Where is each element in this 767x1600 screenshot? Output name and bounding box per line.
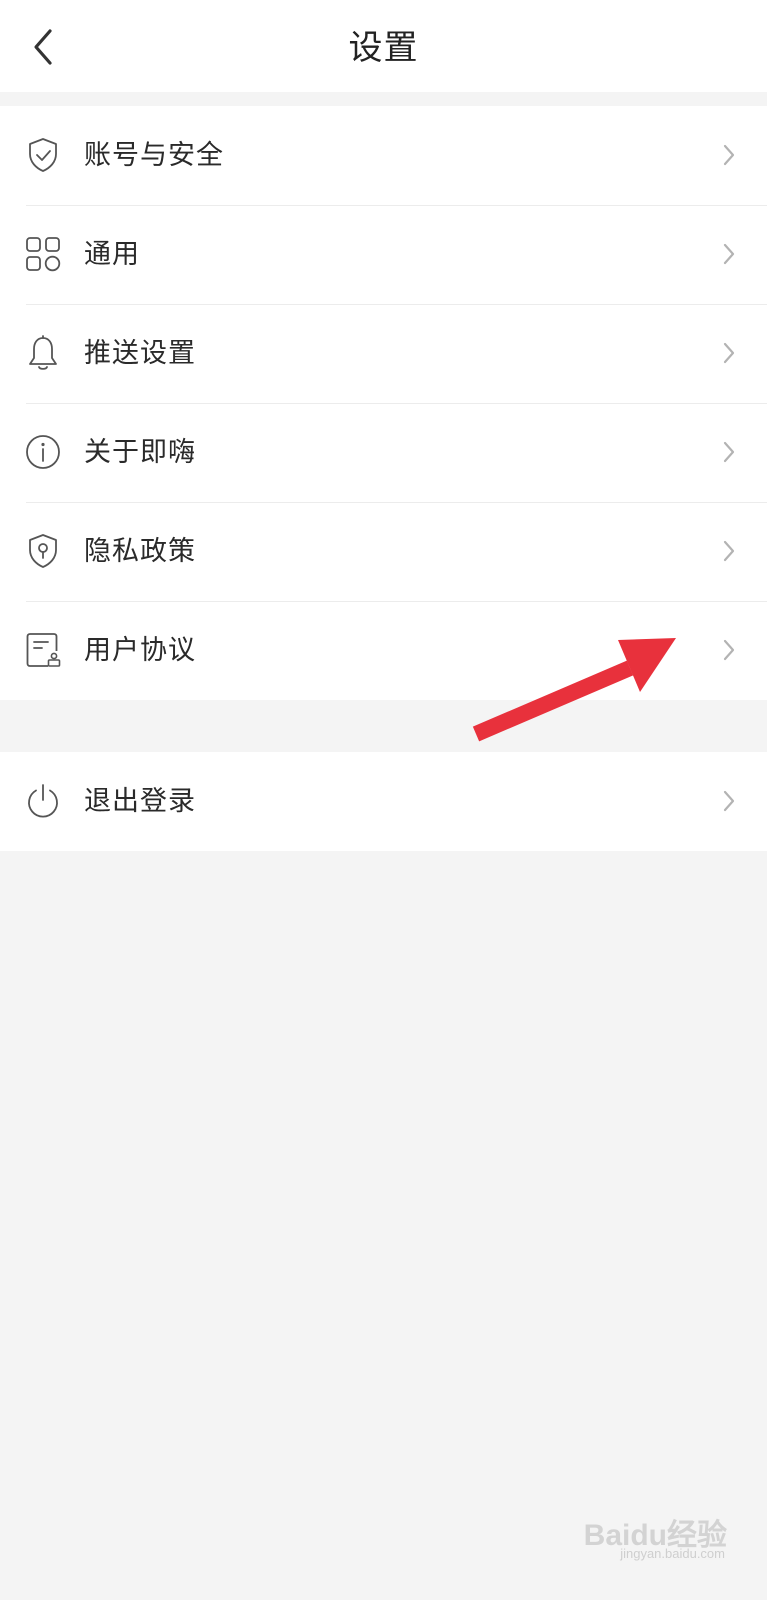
menu-item-privacy-policy[interactable]: 隐私政策: [0, 502, 767, 601]
document-stamp-icon: [24, 631, 62, 669]
chevron-right-icon: [721, 440, 737, 464]
power-icon: [24, 782, 62, 820]
shield-lock-icon: [24, 532, 62, 570]
watermark-url: jingyan.baidu.com: [620, 1546, 725, 1561]
menu-item-user-agreement[interactable]: 用户协议: [0, 601, 767, 700]
menu-item-account-security[interactable]: 账号与安全: [0, 106, 767, 205]
info-icon: [24, 433, 62, 471]
bell-icon: [24, 334, 62, 372]
watermark-brand: Baidu经验: [583, 1519, 727, 1552]
logout-label: 退出登录: [84, 786, 196, 817]
menu-item-push-settings[interactable]: 推送设置: [0, 304, 767, 403]
menu-item-label: 隐私政策: [84, 536, 196, 567]
logout-group: 退出登录: [0, 752, 767, 851]
chevron-right-icon: [721, 242, 737, 266]
chevron-right-icon: [721, 789, 737, 813]
grid-apps-icon: [24, 235, 62, 273]
logout-button[interactable]: 退出登录: [0, 752, 767, 851]
shield-check-icon: [24, 136, 62, 174]
menu-item-about[interactable]: 关于即嗨: [0, 403, 767, 502]
page-title: 设置: [348, 28, 419, 68]
menu-item-label: 关于即嗨: [84, 437, 196, 468]
chevron-right-icon: [721, 143, 737, 167]
chevron-right-icon: [721, 341, 737, 365]
menu-item-label: 账号与安全: [84, 140, 224, 171]
baidu-watermark: Baidu经验 jingyan.baidu.com: [577, 1506, 727, 1566]
menu-item-label: 通用: [84, 239, 140, 270]
top-bar: 设置: [0, 0, 767, 92]
menu-item-label: 用户协议: [84, 635, 196, 666]
chevron-right-icon: [721, 539, 737, 563]
settings-list: 账号与安全 通用 推送设置 关于即嗨 隐私政策 用户协议: [0, 106, 767, 700]
menu-item-general[interactable]: 通用: [0, 205, 767, 304]
menu-item-label: 推送设置: [84, 338, 196, 369]
chevron-right-icon: [721, 638, 737, 662]
